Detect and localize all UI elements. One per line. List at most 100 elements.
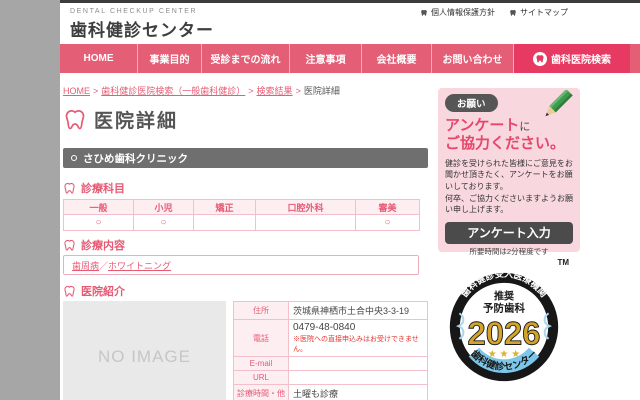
dept-col-general: 一般 (64, 200, 134, 215)
tooth-icon (63, 285, 76, 298)
info-value (289, 371, 428, 385)
main-column: HOME>歯科健診医院検索（一般歯科健診）>検索結果>医院詳細 医院詳細 さひめ… (63, 73, 428, 400)
info-value: 0479-48-0840※医院への直接申込みはお受けできません。 (289, 320, 428, 357)
page-title-row: 医院詳細 (63, 106, 428, 133)
utility-links: 個人情報保護方針 サイトマップ (420, 7, 568, 18)
dept-col-orthodontic: 矯正 (194, 200, 256, 215)
intro-heading: 医院紹介 (81, 283, 125, 299)
phone-number: 0479-48-0840 (293, 322, 355, 333)
privacy-policy-link[interactable]: 個人情報保護方針 (420, 7, 495, 18)
survey-body-2: 何卒、ご協力くださいますようお願い申し上げます。 (445, 194, 573, 215)
survey-input-button[interactable]: アンケート入力 (445, 222, 573, 244)
bullet-circle-icon (71, 155, 77, 161)
nav-item-home[interactable]: HOME (60, 44, 138, 73)
survey-panel: お願い アンケートに ご協力ください。 健診を受けられた皆様にご意見をお聞か (438, 88, 580, 252)
site-header: DENTAL CHECKUP CENTER 歯科健診センター 個人情報保護方針 … (60, 3, 640, 44)
dept-mark-pediatric: ○ (134, 215, 194, 231)
info-row-url: URL (234, 371, 428, 385)
tooth-icon (509, 9, 517, 17)
info-label: 診療時間・他 (234, 385, 289, 400)
dept-col-cosmetic: 審美 (356, 200, 420, 215)
nav-item-notes[interactable]: 注意事項 (290, 44, 362, 73)
nav-item-contact[interactable]: お問い合わせ (432, 44, 514, 73)
service-link-whitening[interactable]: ホワイトニング (108, 259, 171, 272)
tooth-icon (63, 108, 87, 132)
nav-item-flow[interactable]: 受診までの流れ (202, 44, 290, 73)
clinic-intro-row: NO IMAGE 住所 茨城県神栖市土合中央3-3-19 電話 0479-48-… (63, 301, 428, 400)
phone-note: ※医院への直接申込みはお受けできません。 (293, 334, 423, 354)
services-heading-row: 診療内容 (63, 237, 428, 253)
site-logo[interactable]: DENTAL CHECKUP CENTER 歯科健診センター (70, 8, 214, 41)
nav-label: 会社概要 (377, 51, 417, 66)
info-row-phone: 電話 0479-48-0840※医院への直接申込みはお受けできません。 (234, 320, 428, 357)
breadcrumb-separator: > (296, 86, 301, 96)
nav-item-company[interactable]: 会社概要 (362, 44, 432, 73)
dept-col-oral-surgery: 口腔外科 (256, 200, 356, 215)
info-row-hours: 診療時間・他 土曜も診療 (234, 385, 428, 400)
sidebar: お願い アンケートに ご協力ください。 健診を受けられた皆様にご意見をお聞か (438, 88, 580, 388)
survey-duration-note: 所要時間は2分程度です (445, 246, 573, 257)
services-heading: 診療内容 (81, 237, 125, 253)
nav-item-purpose[interactable]: 事業目的 (138, 44, 202, 73)
breadcrumb: HOME>歯科健診医院検索（一般歯科健診）>検索結果>医院詳細 (63, 84, 428, 97)
departments-heading-row: 診療科目 (63, 180, 428, 196)
departments-header-row: 一般 小児 矯正 口腔外科 審美 (64, 200, 420, 215)
clinic-name: さひめ歯科クリニック (83, 151, 188, 166)
dept-col-pediatric: 小児 (134, 200, 194, 215)
breadcrumb-results[interactable]: 検索結果 (257, 86, 293, 96)
info-label: E-mail (234, 357, 289, 371)
info-label: 住所 (234, 302, 289, 320)
breadcrumb-separator: > (93, 86, 98, 96)
clinic-info-table: 住所 茨城県神栖市土合中央3-3-19 電話 0479-48-0840※医院への… (233, 301, 428, 400)
tooth-icon (63, 182, 76, 195)
logo-subtitle: DENTAL CHECKUP CENTER (70, 8, 214, 15)
certification-seal: TM 歯科健診受入医療機関 推奨 予防歯科 (443, 266, 565, 388)
departments-marks-row: ○ ○ ○ (64, 215, 420, 231)
nav-label: お問い合わせ (443, 51, 503, 66)
info-row-email: E-mail (234, 357, 428, 371)
info-value: 土曜も診療 (289, 385, 428, 400)
breadcrumb-search[interactable]: 歯科健診医院検索（一般歯科健診） (101, 86, 245, 96)
nav-label: 歯科医院検索 (551, 51, 611, 66)
trademark-label: TM (557, 258, 569, 267)
request-badge: お願い (445, 94, 498, 112)
page-title: 医院詳細 (94, 106, 178, 133)
survey-body: 健診を受けられた皆様にご意見をお聞かせ頂きたく、アンケートをお願いしております。… (445, 158, 573, 216)
departments-heading: 診療科目 (81, 180, 125, 196)
logo-title: 歯科健診センター (70, 16, 214, 41)
sitemap-link[interactable]: サイトマップ (509, 7, 568, 18)
seal-line1: 推奨 (494, 290, 515, 303)
departments-table: 一般 小児 矯正 口腔外科 審美 ○ ○ ○ (63, 199, 420, 231)
survey-title-em: アンケート (445, 117, 519, 134)
intro-heading-row: 医院紹介 (63, 283, 428, 299)
nav-label: 事業目的 (150, 51, 190, 66)
tooth-icon (420, 9, 428, 17)
tooth-icon (63, 239, 76, 252)
breadcrumb-separator: > (248, 86, 253, 96)
tooth-icon (533, 52, 547, 66)
dept-mark-general: ○ (64, 215, 134, 231)
nav-label: HOME (84, 53, 114, 64)
service-link-periodontal[interactable]: 歯周病 (72, 259, 99, 272)
no-image-placeholder: NO IMAGE (63, 301, 226, 400)
sitemap-label: サイトマップ (520, 7, 568, 18)
seal-year: 2026 (468, 314, 541, 351)
nav-filler (630, 44, 640, 73)
nav-label: 受診までの流れ (211, 51, 281, 66)
nav-label: 注意事項 (306, 51, 346, 66)
dept-mark-cosmetic: ○ (356, 215, 420, 231)
privacy-policy-label: 個人情報保護方針 (431, 7, 495, 18)
survey-title-line2: ご協力ください。 (445, 135, 565, 152)
dept-mark-oral-surgery (256, 215, 356, 231)
content-area: HOME>歯科健診医院検索（一般歯科健診）>検索結果>医院詳細 医院詳細 さひめ… (60, 73, 640, 400)
info-row-address: 住所 茨城県神栖市土合中央3-3-19 (234, 302, 428, 320)
survey-title-tail: に (519, 121, 530, 133)
pencil-icon (534, 90, 576, 132)
service-separator: ／ (99, 259, 108, 272)
clinic-name-bar: さひめ歯科クリニック (63, 148, 428, 168)
breadcrumb-current: 医院詳細 (304, 86, 340, 96)
nav-item-clinic-search[interactable]: 歯科医院検索 (514, 44, 630, 73)
survey-body-1: 健診を受けられた皆様にご意見をお聞かせ頂きたく、アンケートをお願いしております。 (445, 159, 573, 191)
services-box: 歯周病／ホワイトニング (63, 255, 419, 275)
breadcrumb-home[interactable]: HOME (63, 86, 90, 96)
